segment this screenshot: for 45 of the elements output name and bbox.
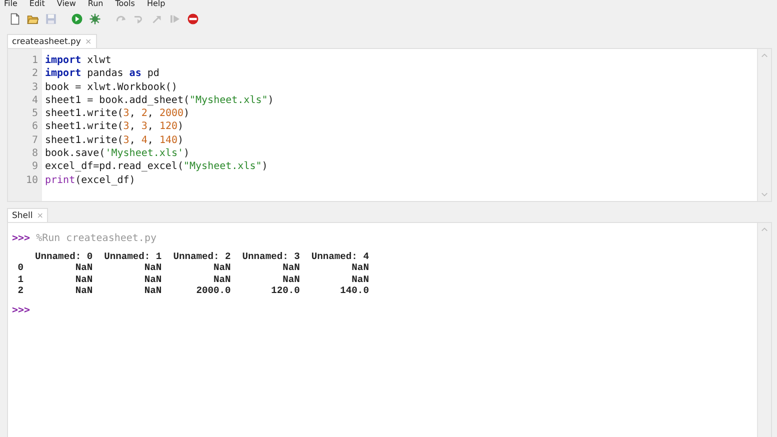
- code-line: sheet1.write(3, 3, 120): [45, 120, 185, 134]
- line-number: 5: [30, 107, 38, 120]
- file-tab[interactable]: createasheet.py ×: [7, 34, 97, 48]
- code-line: import xlwt: [45, 54, 112, 68]
- line-number: 1: [30, 54, 38, 68]
- output-line: 0 NaN NaN NaN NaN NaN: [16, 262, 370, 274]
- shell-prompt: >>>: [12, 233, 30, 244]
- output-line: 2 NaN NaN 2000.0 120.0 140.0: [16, 284, 370, 296]
- code-line: book = xlwt.Workbook(): [45, 80, 178, 94]
- code-line: book.save('Mysheet.xls'): [45, 147, 191, 160]
- code-line: excel_df=pd.read_excel("Mysheet.xls"): [45, 160, 269, 174]
- shell-prompt: >>>: [12, 305, 30, 316]
- scrollbar[interactable]: [757, 223, 771, 437]
- code-line: sheet1.write(3, 4, 140): [45, 134, 185, 148]
- code-line: import pandas as pd: [45, 67, 160, 81]
- menu-item[interactable]: Run: [88, 0, 104, 8]
- output-line: 1 NaN NaN NaN NaN NaN: [16, 274, 370, 285]
- menu-item[interactable]: File: [4, 0, 18, 8]
- scroll-down-icon[interactable]: [761, 192, 768, 197]
- code-line: sheet1.write(3, 2, 2000): [45, 107, 191, 120]
- menu-item[interactable]: Tools: [115, 0, 135, 8]
- line-number: 4: [30, 94, 38, 108]
- scroll-up-icon[interactable]: [761, 53, 768, 58]
- play-icon[interactable]: [70, 12, 84, 26]
- shell-pane[interactable]: >>> %Run createasheet.py Unnamed: 0 Unnamed: 1 Unnamed: 2 Unnamed: 3 Unnamed: 4 0 NaN NaN NaN NaN NaN 1 NaN NaN NaN NaN NaN 2 NaN NaN 2000.0 120.0 140.0 >>>: [7, 222, 772, 437]
- menu-item[interactable]: Help: [146, 0, 166, 8]
- menu-item[interactable]: Edit: [29, 0, 45, 8]
- code-line: print(excel_df): [45, 174, 136, 187]
- shell-command: %Run createasheet.py: [35, 233, 156, 244]
- line-number: 7: [30, 134, 38, 148]
- line-number: 3: [30, 80, 38, 94]
- line-number: 2: [30, 67, 38, 81]
- line-number: 9: [30, 160, 38, 174]
- line-number: 10: [24, 174, 38, 187]
- file-tab[interactable]: Shell ×: [7, 208, 48, 222]
- new-file-icon[interactable]: [8, 12, 22, 26]
- output-line: Unnamed: 0 Unnamed: 1 Unnamed: 2 Unnamed: 3 Unnamed: 4: [34, 251, 370, 262]
- scrollbar[interactable]: [757, 49, 771, 201]
- editor-pane[interactable]: [7, 48, 772, 202]
- code-line: sheet1 = book.add_sheet("Mysheet.xls"): [45, 94, 275, 108]
- line-number: 8: [30, 147, 38, 160]
- stop-sign-icon[interactable]: [186, 12, 200, 26]
- scroll-up-icon[interactable]: [761, 227, 768, 232]
- line-number: 6: [30, 120, 38, 134]
- menu-item[interactable]: View: [56, 0, 76, 8]
